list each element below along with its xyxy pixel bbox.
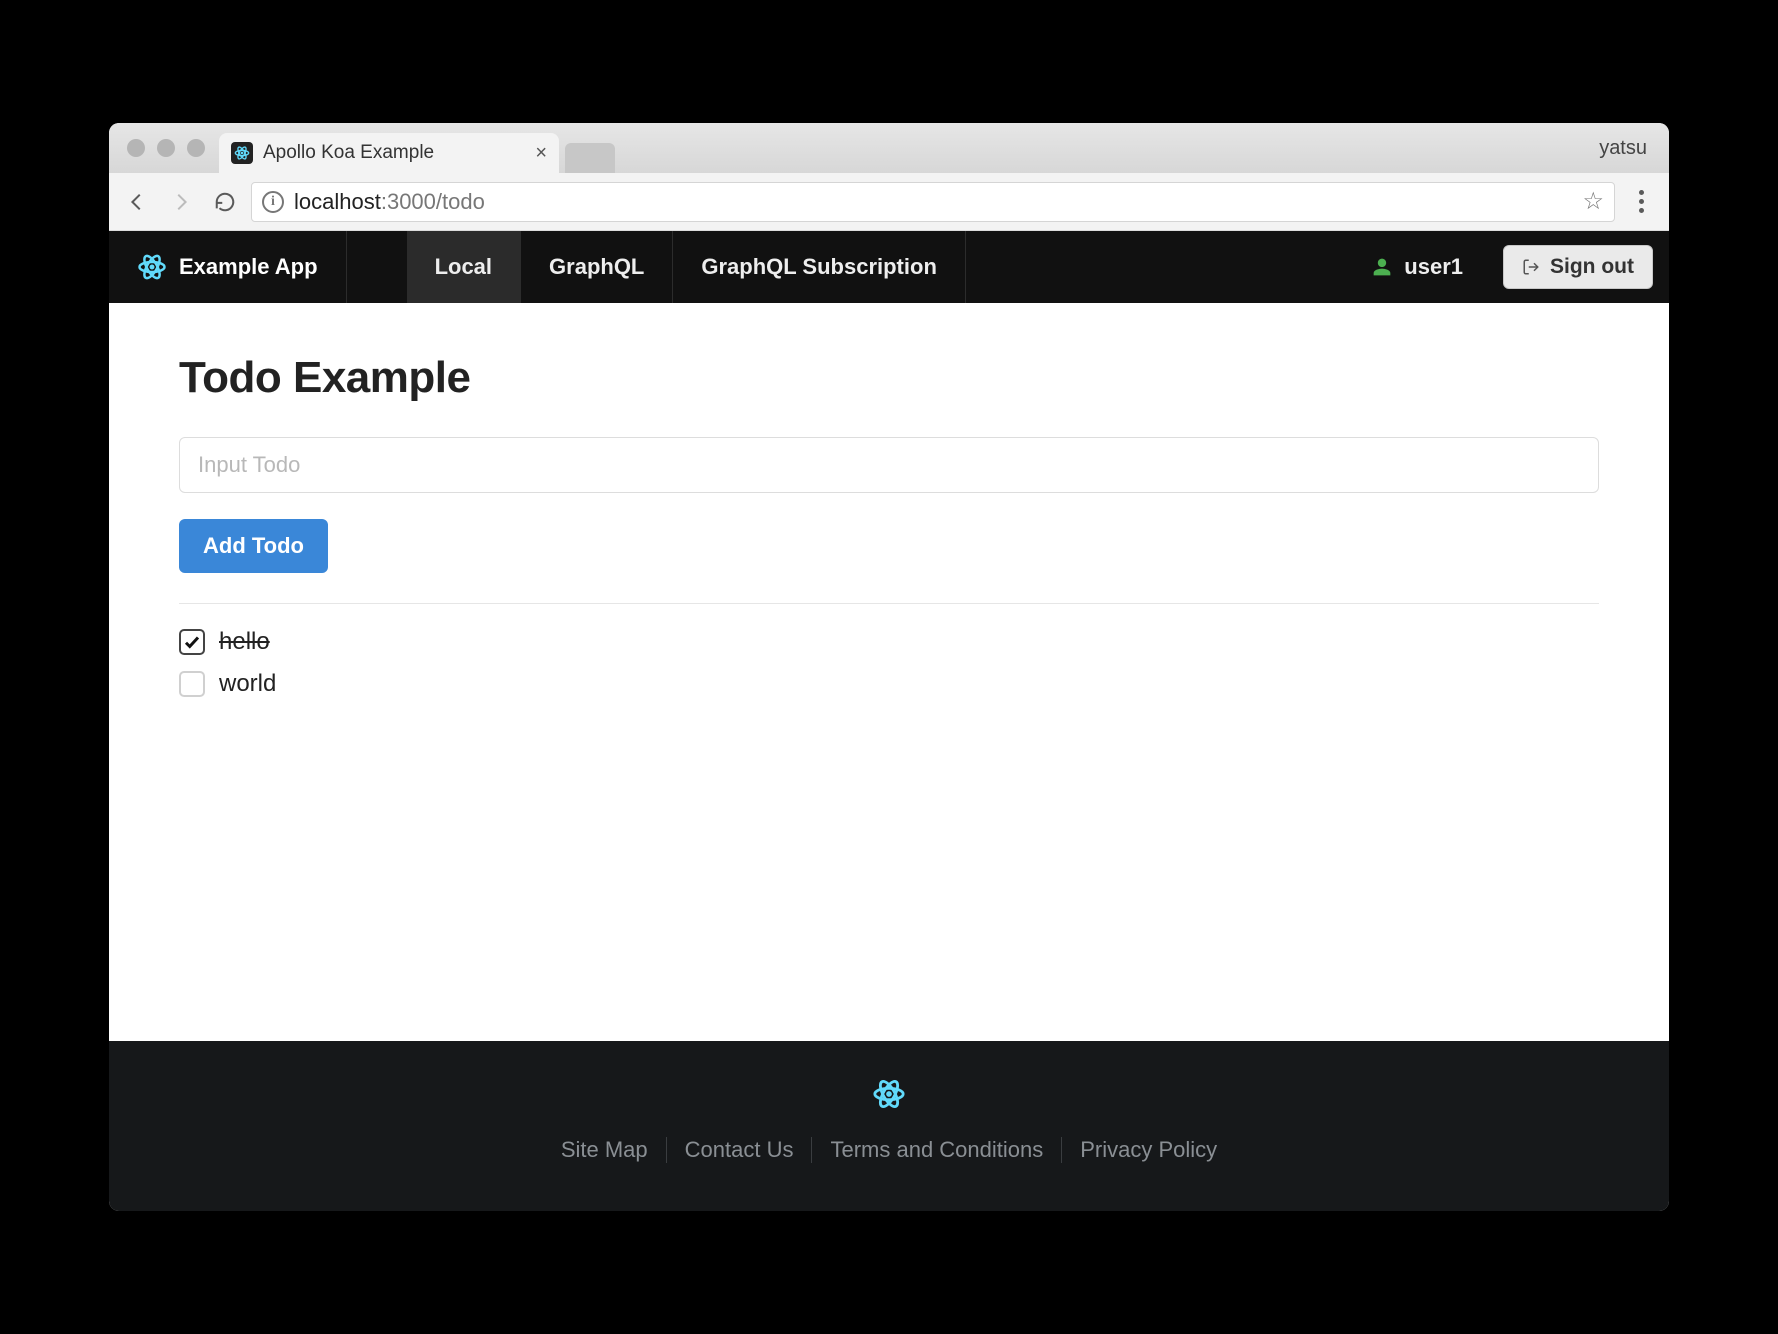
page-content: Todo Example Add Todo hello world <box>109 303 1669 1041</box>
todo-checkbox[interactable] <box>179 629 205 655</box>
react-logo-icon <box>872 1077 906 1111</box>
todo-item: hello <box>179 628 1599 656</box>
todo-checkbox[interactable] <box>179 671 205 697</box>
divider <box>179 603 1599 604</box>
browser-profile[interactable]: yatsu <box>1599 137 1647 160</box>
todo-list: hello world <box>179 628 1599 698</box>
window-maximize-dot[interactable] <box>187 139 205 157</box>
react-logo-icon <box>137 252 167 282</box>
username: user1 <box>1404 254 1463 280</box>
footer-link-contact[interactable]: Contact Us <box>667 1137 813 1163</box>
browser-window: Apollo Koa Example × yatsu i localhost:3… <box>109 123 1669 1211</box>
footer-links: Site Map Contact Us Terms and Conditions… <box>543 1137 1235 1163</box>
user-icon <box>1372 257 1392 277</box>
footer: Site Map Contact Us Terms and Conditions… <box>109 1041 1669 1211</box>
footer-link-terms[interactable]: Terms and Conditions <box>812 1137 1062 1163</box>
forward-button[interactable] <box>163 184 199 220</box>
nav-item-graphql-subscription[interactable]: GraphQL Subscription <box>673 231 966 303</box>
todo-text: world <box>219 670 276 698</box>
app-navbar: Example App Local GraphQL GraphQL Subscr… <box>109 231 1669 303</box>
browser-titlebar: Apollo Koa Example × yatsu <box>109 123 1669 173</box>
tab-favicon <box>231 142 253 164</box>
footer-link-sitemap[interactable]: Site Map <box>543 1137 667 1163</box>
url-text: localhost:3000/todo <box>294 189 485 215</box>
todo-item: world <box>179 670 1599 698</box>
back-button[interactable] <box>119 184 155 220</box>
brand-label: Example App <box>179 254 318 280</box>
check-icon <box>183 633 201 651</box>
user-indicator[interactable]: user1 <box>1348 231 1487 303</box>
new-tab-button[interactable] <box>565 143 615 173</box>
todo-input[interactable] <box>179 437 1599 493</box>
tab-close-icon[interactable]: × <box>535 143 547 163</box>
reload-button[interactable] <box>207 184 243 220</box>
nav-item-graphql[interactable]: GraphQL <box>521 231 673 303</box>
site-info-icon[interactable]: i <box>262 191 284 213</box>
bookmark-star-icon[interactable]: ☆ <box>1582 187 1604 216</box>
window-minimize-dot[interactable] <box>157 139 175 157</box>
browser-toolbar: i localhost:3000/todo ☆ <box>109 173 1669 231</box>
sign-out-icon <box>1522 258 1540 276</box>
page-heading: Todo Example <box>179 353 1599 403</box>
browser-tab[interactable]: Apollo Koa Example × <box>219 133 559 173</box>
nav-item-local[interactable]: Local <box>407 231 521 303</box>
window-controls <box>127 139 205 157</box>
address-bar[interactable]: i localhost:3000/todo ☆ <box>251 182 1615 222</box>
app-brand[interactable]: Example App <box>109 231 347 303</box>
sign-out-button[interactable]: Sign out <box>1503 245 1653 289</box>
tab-title: Apollo Koa Example <box>263 142 434 164</box>
browser-menu-icon[interactable] <box>1623 190 1659 213</box>
todo-text: hello <box>219 628 270 656</box>
footer-link-privacy[interactable]: Privacy Policy <box>1062 1137 1235 1163</box>
add-todo-button[interactable]: Add Todo <box>179 519 328 573</box>
window-close-dot[interactable] <box>127 139 145 157</box>
